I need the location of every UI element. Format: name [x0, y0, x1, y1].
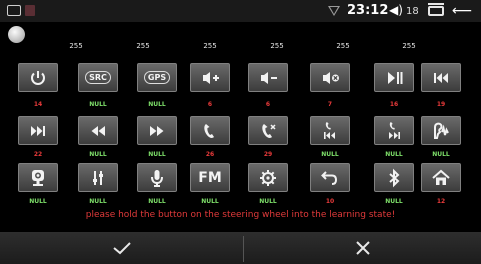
value-cell: 255 — [69, 42, 83, 50]
play-pause-icon — [388, 71, 403, 84]
value-cell: 255 — [336, 42, 350, 50]
key-code-label: NULL — [385, 151, 403, 158]
home-outline-icon[interactable] — [7, 5, 21, 16]
return-icon — [321, 170, 338, 185]
previous-track-icon — [434, 72, 448, 83]
mute-key[interactable] — [310, 63, 350, 92]
gps-icon: GPS — [143, 71, 171, 84]
value-cell: 255 — [136, 42, 150, 50]
speaker-icon: ◀) — [389, 3, 403, 17]
fast-forward-key[interactable] — [137, 116, 177, 145]
confirm-button[interactable] — [0, 232, 243, 264]
key-code-label: 16 — [389, 101, 399, 108]
key-code-label: NULL — [89, 151, 107, 158]
home-key[interactable] — [421, 163, 461, 192]
volume-up-key[interactable] — [190, 63, 230, 92]
key-code-label: NULL — [148, 101, 166, 108]
key-code-label: 6 — [207, 101, 213, 108]
bluetooth-key[interactable] — [374, 163, 414, 192]
call-previous-icon — [324, 121, 335, 139]
call-hangup-icon — [262, 123, 276, 138]
key-code-label: NULL — [89, 198, 107, 205]
key-code-label: 19 — [436, 101, 446, 108]
close-icon — [355, 241, 370, 255]
call-hangup-key[interactable] — [248, 116, 288, 145]
toggle-knob[interactable] — [8, 26, 25, 43]
volume-level: 18 — [406, 6, 419, 17]
camera-key[interactable] — [18, 163, 58, 192]
previous-track-key[interactable] — [421, 63, 461, 92]
next-track-icon — [31, 125, 45, 136]
mute-icon — [323, 71, 339, 84]
volume-down-icon — [261, 71, 277, 84]
key-code-label: NULL — [321, 151, 339, 158]
call-next-icon — [389, 121, 400, 139]
bottom-bar — [0, 232, 481, 264]
return-key[interactable] — [310, 163, 350, 192]
volume-down-key[interactable] — [248, 63, 288, 92]
gps-key[interactable]: GPS — [137, 63, 177, 92]
key-code-label: 7 — [327, 101, 333, 108]
settings-key[interactable] — [248, 163, 288, 192]
voice-command-icon — [434, 122, 449, 139]
key-code-label: NULL — [89, 101, 107, 108]
call-answer-icon — [204, 123, 214, 138]
cancel-button[interactable] — [244, 232, 481, 264]
recent-apps-icon[interactable] — [428, 3, 444, 16]
power-icon — [31, 70, 45, 85]
key-code-label: NULL — [148, 198, 166, 205]
home-icon — [432, 169, 450, 185]
checkmark-icon — [112, 242, 131, 255]
call-previous-key[interactable] — [310, 116, 350, 145]
voice-command-key[interactable] — [421, 116, 461, 145]
key-code-label: 26 — [205, 151, 215, 158]
camera-icon — [32, 169, 44, 186]
key-code-label: NULL — [432, 151, 450, 158]
call-next-key[interactable] — [374, 116, 414, 145]
key-code-label: 22 — [33, 151, 43, 158]
play-pause-key[interactable] — [374, 63, 414, 92]
next-track-key[interactable] — [18, 116, 58, 145]
call-answer-key[interactable] — [190, 116, 230, 145]
bluetooth-icon — [389, 168, 400, 187]
volume-up-icon — [203, 71, 219, 84]
status-bar: 23:12 ◀) 18 ⟵ — [0, 0, 481, 22]
equalizer-key[interactable] — [78, 163, 118, 192]
key-code-label: 6 — [265, 101, 271, 108]
key-code-label: NULL — [201, 198, 219, 205]
microphone-icon — [151, 169, 163, 187]
settings-icon — [260, 169, 276, 186]
fast-forward-icon — [150, 125, 164, 136]
equalizer-icon — [93, 170, 103, 185]
app-thumbnail-icon[interactable] — [25, 5, 35, 16]
fm-key[interactable]: FM — [190, 163, 230, 192]
rewind-key[interactable] — [78, 116, 118, 145]
value-cell: 255 — [402, 42, 416, 50]
wifi-icon — [328, 6, 340, 16]
key-code-label: NULL — [29, 198, 47, 205]
power-key[interactable] — [18, 63, 58, 92]
value-cell: 255 — [203, 42, 217, 50]
src-key[interactable]: SRC — [78, 63, 118, 92]
key-code-label: NULL — [385, 198, 403, 205]
key-code-label: 12 — [436, 198, 446, 205]
key-code-label: NULL — [148, 151, 166, 158]
back-icon[interactable]: ⟵ — [452, 3, 472, 19]
fm-icon: FM — [198, 169, 222, 186]
key-code-label: 10 — [325, 198, 335, 205]
value-cell: 255 — [270, 42, 284, 50]
clock: 23:12 — [347, 3, 389, 18]
key-code-label: 14 — [33, 101, 43, 108]
microphone-key[interactable] — [137, 163, 177, 192]
rewind-icon — [91, 125, 105, 136]
src-icon: SRC — [85, 71, 111, 84]
key-code-label: NULL — [259, 198, 277, 205]
key-code-label: 29 — [263, 151, 273, 158]
learning-hint: please hold the button on the steering w… — [85, 210, 396, 220]
